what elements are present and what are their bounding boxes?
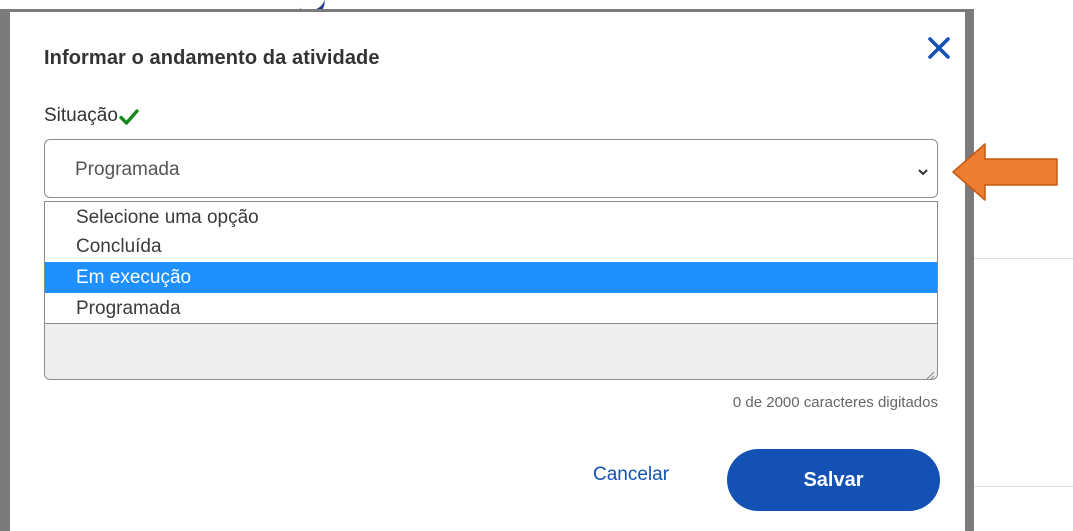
resize-handle-icon[interactable] [925,367,935,380]
dropdown-option-highlighted[interactable]: Em execução [45,262,937,293]
overlay-right-edge [965,10,974,531]
cancel-button[interactable]: Cancelar [593,464,669,486]
dropdown-option[interactable]: Programada [45,293,937,324]
select-current-value: Programada [75,159,180,180]
situacao-select[interactable]: Programada [44,139,938,198]
dropdown-option[interactable]: Selecione uma opção [45,202,937,233]
close-icon[interactable] [927,36,951,60]
background-divider [974,258,1073,259]
overlay-left-edge [0,10,10,531]
activity-progress-modal: Informar o andamento da atividade Situaç… [10,12,965,531]
arrow-left-icon [951,140,1061,204]
situacao-dropdown-list: Selecione uma opção Concluída Em execuçã… [44,201,938,324]
situacao-label: Situação [44,105,118,126]
modal-title: Informar o andamento da atividade [44,47,380,69]
check-icon [119,108,139,126]
dropdown-option[interactable]: Concluída [45,231,937,262]
chevron-down-icon [917,164,929,176]
background-divider [974,486,1073,487]
char-counter: 0 de 2000 caracteres digitados [732,394,938,411]
save-button[interactable]: Salvar [727,449,940,511]
